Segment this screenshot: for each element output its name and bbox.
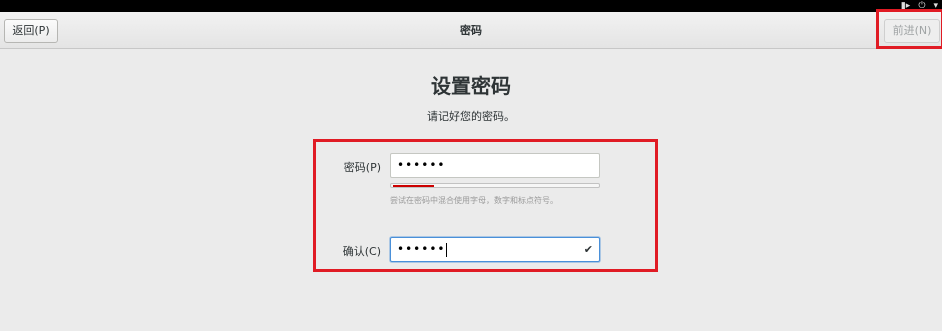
header-bar: 密码 返回(P) 前进(N) <box>0 12 942 49</box>
password-label: 密码(P) <box>343 161 381 174</box>
password-field[interactable]: •••••• <box>390 153 600 178</box>
password-hint: 尝试在密码中混合使用字母，数字和标点符号。 <box>390 196 558 205</box>
check-icon: ✔ <box>583 243 593 256</box>
confirm-value: •••••• <box>397 242 446 256</box>
password-strength-bar <box>390 183 600 188</box>
password-value: •••••• <box>397 158 446 172</box>
text-caret <box>446 242 448 257</box>
confirm-label: 确认(C) <box>342 245 381 258</box>
main-heading: 设置密码 <box>431 74 511 98</box>
confirm-password-field[interactable]: •••••• ✔ <box>390 237 600 262</box>
page-title: 密码 <box>460 24 482 37</box>
password-strength-fill <box>393 185 434 187</box>
system-top-bar: ▮▸ ⏻ ▾ <box>0 0 942 12</box>
back-button[interactable]: 返回(P) <box>4 19 58 43</box>
main-subtitle: 请记好您的密码。 <box>427 110 515 123</box>
next-button-highlight <box>876 9 942 49</box>
